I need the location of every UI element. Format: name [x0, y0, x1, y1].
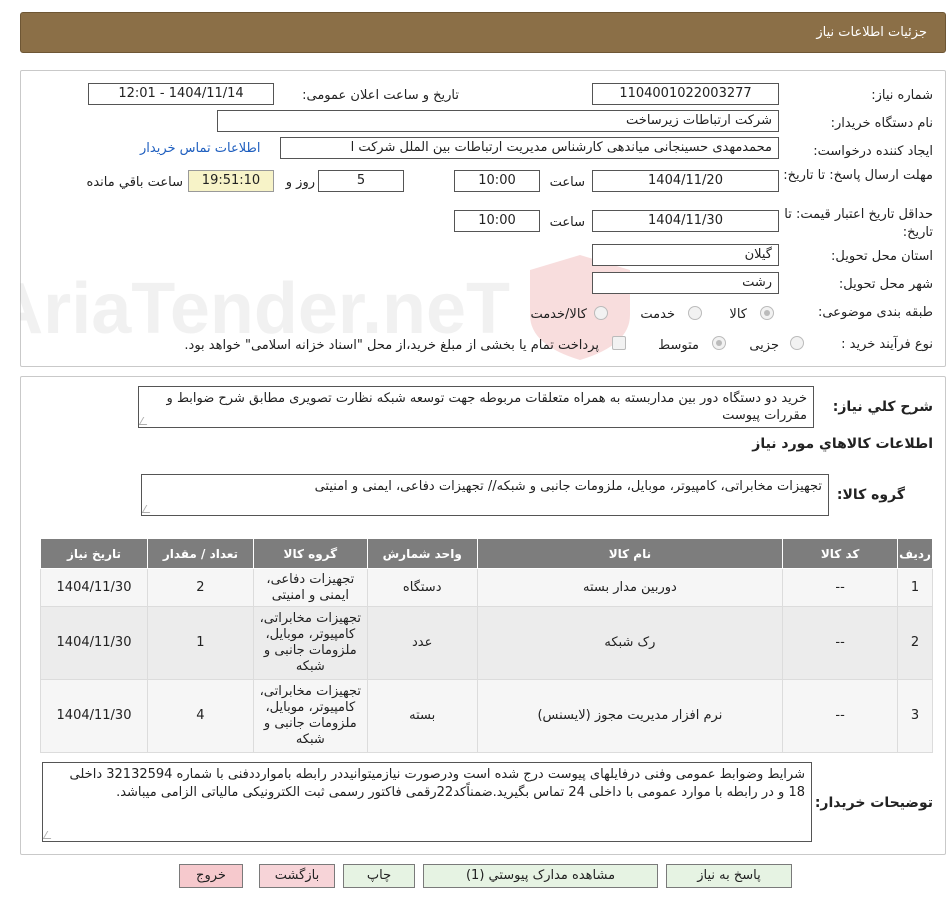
reply-button[interactable]: پاسخ به نیاز — [666, 864, 792, 888]
cell-name: دوربین مدار بسته — [476, 568, 784, 607]
days-label: روز و — [285, 175, 315, 190]
remaining-time-field: 19:51:10 — [188, 170, 274, 192]
cell-date: 1404/11/30 — [39, 679, 149, 753]
need-number-field: 1104001022003277 — [592, 83, 779, 105]
table-row: 3 -- نرم افزار مدیریت مجوز (لایسنس) بسته… — [39, 679, 933, 753]
province-label: استان محل تحویل: — [831, 249, 933, 264]
col-header-row-number: رديف — [897, 538, 933, 569]
goods-group-label: گروه کالا: — [836, 487, 905, 503]
cell-unit: دستگاه — [366, 568, 478, 607]
validity-label: حداقل تاریخ اعتبار قیمت: تا تاریخ: — [784, 207, 933, 240]
city-field: رشت — [592, 272, 779, 294]
buyer-notes-text: شرایط وضوابط عمومی وفنی درفایلهای پیوست … — [69, 767, 805, 800]
category-label: طبقه بندی موضوعی: — [817, 305, 933, 320]
announce-label: تاریخ و ساعت اعلان عمومی: — [302, 88, 459, 103]
days-field: 5 — [318, 170, 404, 192]
cell-group: تجهیزات دفاعی، ایمنی و امنیتی — [252, 568, 368, 607]
deadline-time-field: 10:00 — [454, 170, 540, 192]
buyer-field: شرکت ارتباطات زیرساخت — [217, 110, 779, 132]
deadline-date-field: 1404/11/20 — [592, 170, 779, 192]
cell-code: -- — [782, 606, 899, 680]
col-header-unit: واحد شمارش — [366, 538, 478, 569]
page-header: جزئيات اطلاعات نياز — [20, 12, 946, 53]
creator-field: محمدمهدی حسینجانی میاندهی کارشناس مدیریت… — [280, 137, 779, 159]
process-label: نوع فرآیند خرید : — [841, 337, 933, 352]
table-row: 1 -- دوربین مدار بسته دستگاه تجهیزات دفا… — [39, 568, 933, 607]
validity-time-label: ساعت — [549, 215, 585, 230]
deadline-label: مهلت ارسال پاسخ: تا تاریخ: — [783, 168, 933, 183]
process-radio-medium[interactable] — [712, 336, 726, 350]
buyer-label: نام دستگاه خریدار: — [830, 116, 933, 131]
col-header-date: تاريخ نياز — [39, 538, 149, 569]
print-button[interactable]: چاپ — [343, 864, 415, 888]
description-text: خرید دو دستگاه دور بین مداربسته به همراه… — [166, 391, 807, 423]
exit-button[interactable]: خروج — [179, 864, 243, 888]
view-attachments-button[interactable]: مشاهده مدارک پیوستي (1) — [423, 864, 658, 888]
col-header-qty: تعداد / مقدار — [147, 538, 254, 569]
cell-group: تجهیزات مخابراتی، کامپیوتر، موبایل، ملزو… — [252, 679, 368, 753]
buyer-notes-label: توضیحات خریدار: — [814, 795, 933, 811]
need-number-label: شماره نیاز: — [871, 88, 933, 103]
remaining-label: ساعت باقي مانده — [86, 175, 183, 190]
validity-time-field: 10:00 — [454, 210, 540, 232]
treasury-checkbox[interactable] — [612, 336, 626, 350]
cell-date: 1404/11/30 — [39, 606, 149, 680]
process-radio-minor[interactable] — [790, 336, 804, 350]
resize-grip-icon[interactable] — [139, 417, 152, 425]
province-field: گیلان — [592, 244, 779, 266]
payment-note: پرداخت تمام یا بخشی از مبلغ خرید،از محل … — [184, 338, 599, 353]
process-option-minor: جزیی — [749, 338, 779, 353]
cell-code: -- — [782, 568, 899, 607]
col-header-group: گروه کالا — [252, 538, 368, 569]
cell-row-number: 1 — [897, 568, 933, 607]
cell-row-number: 2 — [897, 606, 933, 680]
category-radio-goods[interactable] — [760, 306, 774, 320]
city-label: شهر محل تحویل: — [838, 277, 933, 292]
cell-name: نرم افزار مدیریت مجوز (لایسنس) — [476, 679, 784, 753]
table-header-row: رديف کد کالا نام کالا واحد شمارش گروه کا… — [39, 538, 933, 569]
page-title: جزئيات اطلاعات نياز — [816, 25, 927, 40]
description-textarea: خرید دو دستگاه دور بین مداربسته به همراه… — [138, 386, 814, 428]
category-radio-service[interactable] — [688, 306, 702, 320]
items-table: رديف کد کالا نام کالا واحد شمارش گروه کا… — [39, 538, 933, 753]
category-option-goods: کالا — [729, 307, 747, 322]
resize-grip-icon[interactable] — [142, 505, 155, 513]
cell-unit: بسته — [366, 679, 478, 753]
cell-unit: عدد — [366, 606, 478, 680]
cell-qty: 4 — [147, 679, 254, 753]
resize-grip-icon[interactable] — [43, 831, 56, 839]
back-button[interactable]: بازگشت — [259, 864, 335, 888]
deadline-time-label: ساعت — [549, 175, 585, 190]
table-row: 2 -- رک شبکه عدد تجهیزات مخابراتی، کامپی… — [39, 606, 933, 680]
buyer-contact-link[interactable]: اطلاعات تماس خریدار — [140, 141, 260, 156]
cell-row-number: 3 — [897, 679, 933, 753]
goods-group-text: تجهیزات مخابراتی، کامپیوتر، موبایل، ملزو… — [314, 479, 822, 494]
process-option-medium: متوسط — [658, 338, 699, 353]
announce-field: 1404/11/14 - 12:01 — [88, 83, 274, 105]
cell-qty: 2 — [147, 568, 254, 607]
category-option-service: خدمت — [640, 307, 675, 322]
col-header-code: کد کالا — [782, 538, 899, 569]
cell-qty: 1 — [147, 606, 254, 680]
goods-group-textarea: تجهیزات مخابراتی، کامپیوتر، موبایل، ملزو… — [141, 474, 829, 516]
goods-section-title: اطلاعات کالاهاي مورد نياز — [752, 436, 933, 452]
cell-date: 1404/11/30 — [39, 568, 149, 607]
cell-name: رک شبکه — [476, 606, 784, 680]
creator-label: ایجاد کننده درخواست: — [813, 144, 933, 159]
col-header-name: نام کالا — [476, 538, 784, 569]
buyer-notes-textarea: شرایط وضوابط عمومی وفنی درفایلهای پیوست … — [42, 762, 812, 842]
category-radio-both[interactable] — [594, 306, 608, 320]
category-option-both: کالا/خدمت — [530, 307, 587, 322]
cell-group: تجهیزات مخابراتی، کامپیوتر، موبایل، ملزو… — [252, 606, 368, 680]
validity-date-field: 1404/11/30 — [592, 210, 779, 232]
cell-code: -- — [782, 679, 899, 753]
description-label: شرح کلي نياز: — [832, 399, 933, 415]
